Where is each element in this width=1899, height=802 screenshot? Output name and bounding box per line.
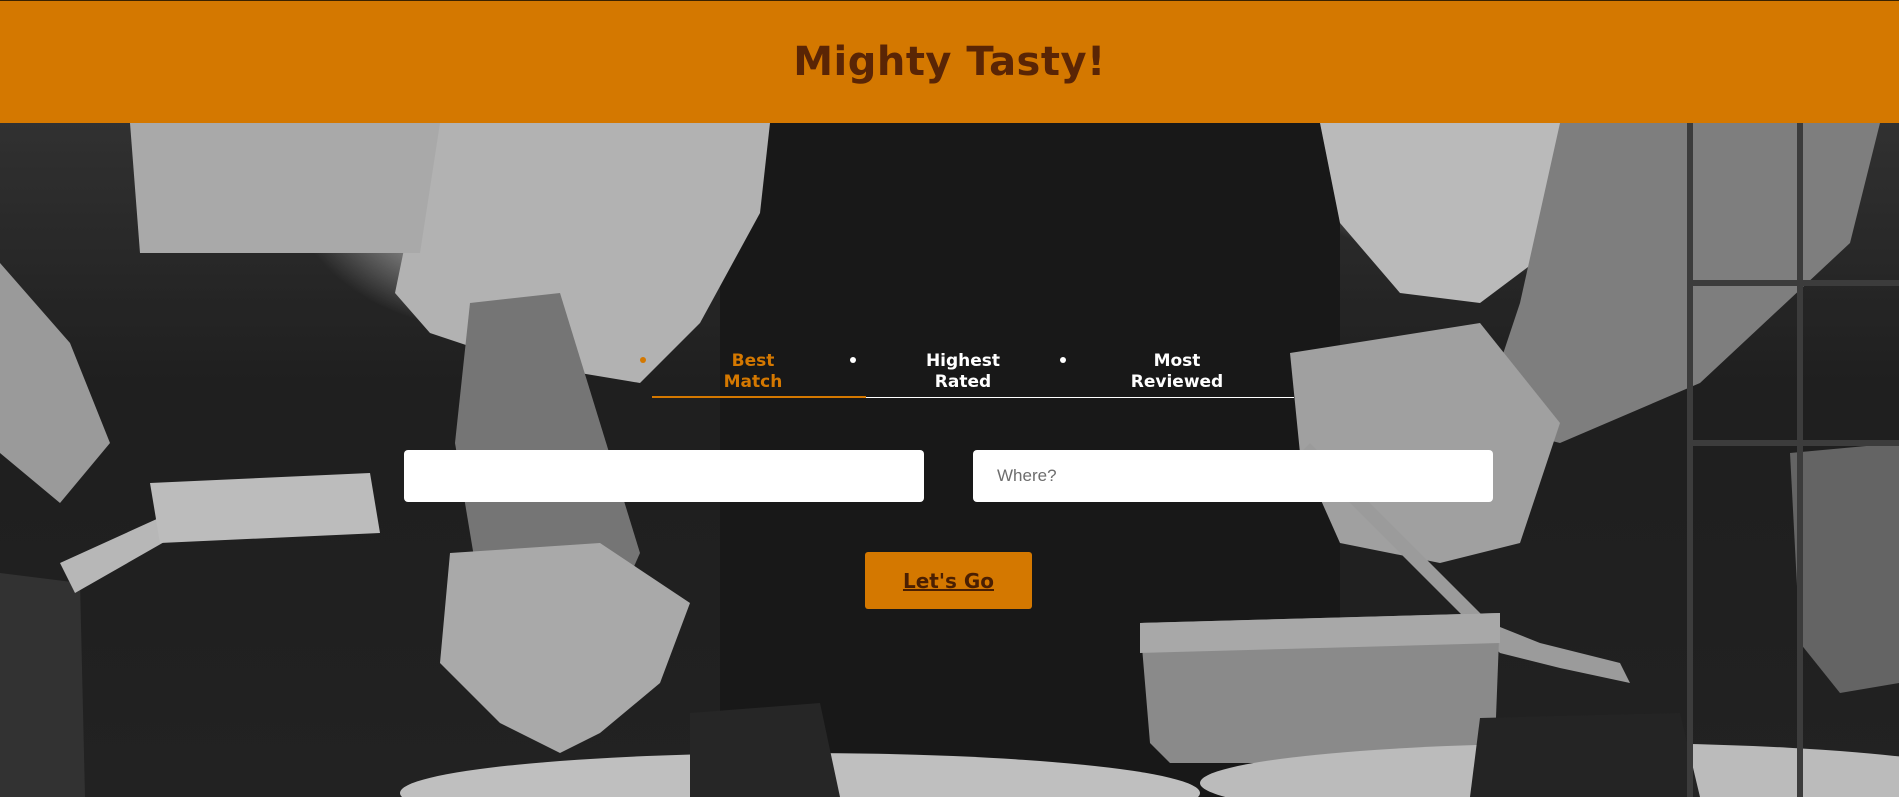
tab-bullet-icon: [1060, 357, 1066, 363]
tab-label: Highest Rated: [926, 351, 1000, 393]
tab-label: Best Match: [724, 351, 783, 393]
tab-active-indicator: [652, 396, 866, 398]
tab-highest-rated[interactable]: Highest Rated: [850, 349, 1076, 395]
search-what-input[interactable]: [404, 450, 924, 502]
tab-most-reviewed[interactable]: Most Reviewed: [1060, 349, 1294, 395]
search-where-input[interactable]: [973, 450, 1493, 502]
site-title: Mighty Tasty!: [793, 39, 1106, 85]
site-header: Mighty Tasty!: [0, 0, 1899, 123]
tab-label-line1: Highest: [925, 351, 1001, 371]
hero-banner: [0, 123, 1899, 797]
tab-label-line1: Best: [731, 351, 775, 371]
tab-best-match[interactable]: Best Match: [640, 349, 866, 395]
tab-label: Most Reviewed: [1131, 351, 1223, 393]
tab-label-line2: Rated: [934, 372, 992, 392]
sort-tabs: Best Match Highest Rated Most Reviewed: [640, 349, 1294, 399]
tab-bullet-icon: [640, 357, 646, 363]
tab-label-line2: Reviewed: [1130, 372, 1224, 392]
tab-label-line2: Match: [723, 372, 783, 392]
lets-go-button[interactable]: Let's Go: [865, 552, 1032, 609]
tab-label-line1: Most: [1153, 351, 1201, 371]
tab-bullet-icon: [850, 357, 856, 363]
chef-background-photo: [0, 123, 1899, 797]
